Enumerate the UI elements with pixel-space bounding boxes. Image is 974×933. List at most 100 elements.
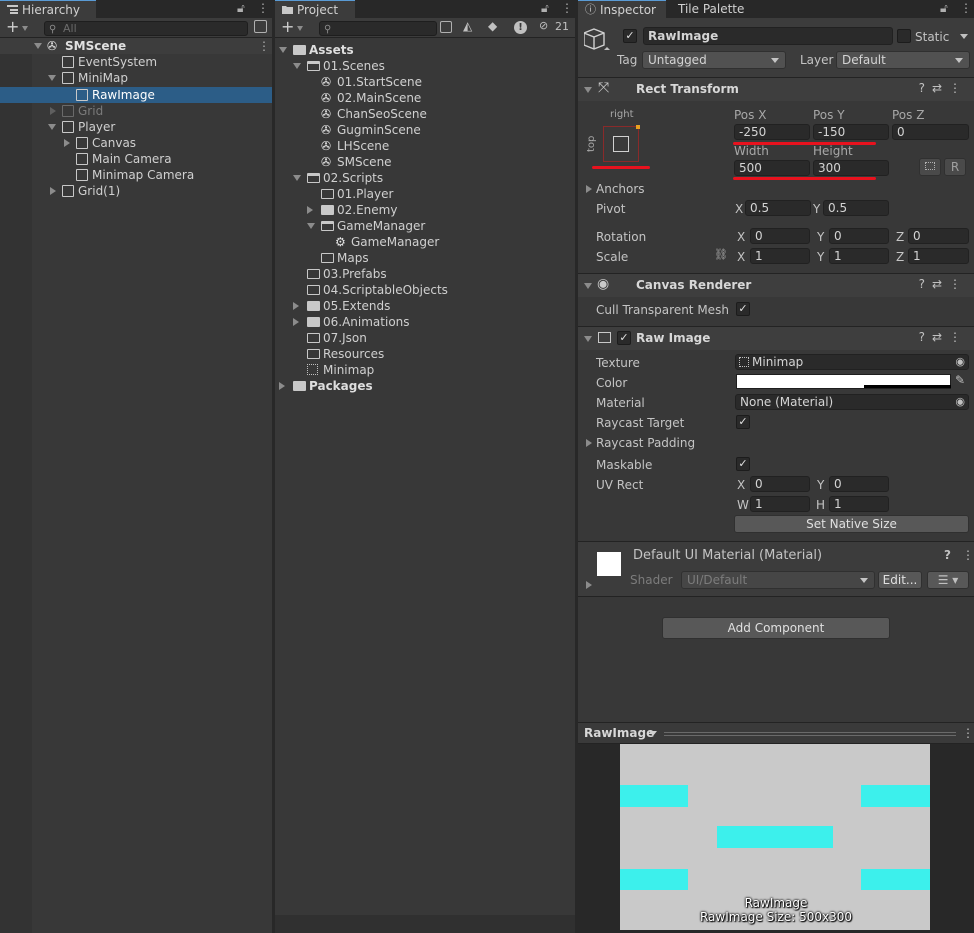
more-icon[interactable]: ⋮ — [561, 1, 573, 15]
shader-options-button[interactable]: ☰ ▾ — [927, 571, 969, 589]
project-tree-item[interactable]: 02.Scripts — [275, 170, 575, 186]
lock-icon[interactable]: 🔓︎ — [541, 1, 549, 16]
more-icon[interactable]: ⋮ — [960, 1, 972, 15]
expand-arrow-icon[interactable] — [50, 187, 56, 195]
constrain-proportions-icon[interactable]: ⛓ — [714, 248, 728, 261]
project-tree-item[interactable]: Resources — [275, 346, 575, 362]
expand-arrow-icon[interactable] — [307, 206, 313, 214]
create-icon[interactable]: + — [281, 18, 294, 36]
project-tree-item[interactable]: ✇ 02.MainScene — [275, 90, 575, 106]
expand-arrow-icon[interactable] — [34, 43, 42, 49]
expand-arrow-icon[interactable] — [293, 318, 299, 326]
add-icon[interactable]: + — [6, 18, 19, 36]
height-field[interactable]: 300 — [813, 160, 889, 176]
uv-h-field[interactable]: 1 — [829, 496, 889, 512]
expand-arrow-icon[interactable] — [307, 223, 315, 229]
project-tree-item[interactable]: 03.Prefabs — [275, 266, 575, 282]
expand-arrow-icon[interactable] — [279, 382, 285, 390]
hierarchy-item[interactable]: Canvas — [0, 135, 272, 151]
preview-menu-icon[interactable]: ⋮ — [962, 726, 974, 740]
project-tree-item[interactable]: 04.ScriptableObjects — [275, 282, 575, 298]
project-tree-item[interactable]: ✇ SMScene — [275, 154, 575, 170]
width-field[interactable]: 500 — [734, 160, 810, 176]
help-icon[interactable]: ? — [919, 277, 932, 291]
scale-y-field[interactable]: 1 — [829, 248, 889, 264]
more-icon[interactable]: ⋮ — [257, 1, 269, 15]
hierarchy-item[interactable]: MiniMap — [0, 70, 272, 86]
expand-arrow-icon[interactable] — [48, 75, 56, 81]
presets-icon[interactable]: ⇄ — [932, 277, 949, 291]
layer-dropdown[interactable]: Default — [836, 51, 970, 69]
texture-field[interactable]: Minimap ◉ — [735, 354, 969, 370]
preview-dropdown-icon[interactable] — [649, 731, 657, 736]
uv-y-field[interactable]: 0 — [829, 476, 889, 492]
expand-arrow-icon[interactable] — [293, 302, 299, 310]
project-tree-item[interactable]: ✇ ChanSeoScene — [275, 106, 575, 122]
material-field[interactable]: None (Material) ◉ — [735, 394, 969, 410]
project-tree-item[interactable]: ✇ 01.StartScene — [275, 74, 575, 90]
hierarchy-item[interactable]: Grid(1) — [0, 183, 272, 199]
scene-visibility-icon[interactable] — [254, 20, 267, 33]
rect-transform-header[interactable]: ⤧ Rect Transform ?⇄⋮ — [578, 77, 974, 101]
scene-menu-icon[interactable]: ⋮ — [258, 38, 270, 54]
add-component-button[interactable]: Add Component — [662, 617, 890, 639]
rot-y-field[interactable]: 0 — [829, 228, 889, 244]
presets-icon[interactable]: ⇄ — [932, 330, 949, 344]
help-icon[interactable]: ? — [919, 81, 932, 95]
color-swatch[interactable] — [736, 374, 951, 389]
project-tree-item[interactable]: 05.Extends — [275, 298, 575, 314]
shader-dropdown[interactable]: UI/Default — [681, 571, 875, 589]
hidden-eye-icon[interactable]: ⊘ — [539, 19, 548, 32]
foldout-arrow-icon[interactable] — [584, 283, 592, 289]
label-icon[interactable]: ◆ — [488, 19, 497, 33]
tab-hierarchy[interactable]: Hierarchy — [0, 0, 96, 18]
project-tree-item[interactable]: ⚙ GameManager — [275, 234, 575, 250]
add-dropdown-icon[interactable] — [22, 26, 28, 31]
project-tree-item[interactable]: 01.Player — [275, 186, 575, 202]
tag-dropdown[interactable]: Untagged — [642, 51, 786, 69]
project-tree-item[interactable]: 01.Scenes — [275, 58, 575, 74]
project-tree-item[interactable]: Assets — [275, 42, 575, 58]
project-tree-item[interactable]: Packages — [275, 378, 575, 394]
expand-arrow-icon[interactable] — [279, 47, 287, 53]
component-menu-icon[interactable]: ⋮ — [949, 277, 968, 291]
pivot-x-field[interactable]: 0.5 — [745, 200, 811, 216]
expand-arrow-icon[interactable] — [48, 124, 56, 130]
project-tree-item[interactable]: 06.Animations — [275, 314, 575, 330]
foldout-arrow-icon[interactable] — [584, 336, 592, 342]
project-tree-item[interactable]: GameManager — [275, 218, 575, 234]
lock-icon[interactable]: 🔓︎ — [940, 1, 948, 16]
tab-inspector[interactable]: ⓘ Inspector — [578, 0, 666, 18]
project-tree-item[interactable]: Minimap — [275, 362, 575, 378]
hierarchy-item[interactable]: Grid — [0, 103, 272, 119]
raycast-padding-foldout-icon[interactable] — [586, 439, 592, 447]
posx-field[interactable]: -250 — [734, 124, 810, 140]
tab-project[interactable]: Project — [275, 0, 355, 18]
static-checkbox[interactable] — [897, 29, 911, 43]
preview-title[interactable]: RawImage — [584, 726, 654, 740]
hierarchy-scene-row[interactable]: ✇ SMScene ⋮ — [0, 38, 272, 54]
object-name-field[interactable]: RawImage — [643, 27, 893, 45]
alert-icon[interactable]: ! — [514, 21, 527, 34]
project-tree-item[interactable]: ✇ GugminScene — [275, 122, 575, 138]
maskable-checkbox[interactable]: ✓ — [736, 457, 750, 471]
blueprint-mode-button[interactable] — [919, 158, 941, 176]
tab-tile-palette[interactable]: Tile Palette — [666, 0, 756, 18]
raw-image-header[interactable]: ✓ Raw Image ?⇄⋮ — [578, 326, 974, 350]
project-tree-item[interactable]: 07.Json — [275, 330, 575, 346]
uv-x-field[interactable]: 0 — [750, 476, 810, 492]
posy-field[interactable]: -150 — [813, 124, 889, 140]
hierarchy-item[interactable]: Main Camera — [0, 151, 272, 167]
hierarchy-search-input[interactable]: ⚲ All — [44, 21, 248, 36]
hierarchy-item[interactable]: Player — [0, 119, 272, 135]
anchors-foldout-icon[interactable] — [586, 185, 592, 193]
hierarchy-item[interactable]: Minimap Camera — [0, 167, 272, 183]
expand-arrow-icon[interactable] — [293, 63, 301, 69]
raw-edit-button[interactable]: R — [944, 158, 966, 176]
eyedropper-icon[interactable]: ✎ — [955, 373, 965, 387]
component-menu-icon[interactable]: ⋮ — [949, 81, 968, 95]
component-menu-icon[interactable]: ⋮ — [949, 330, 968, 344]
rot-x-field[interactable]: 0 — [750, 228, 810, 244]
anchors-label[interactable]: Anchors — [596, 181, 645, 197]
help-icon[interactable]: ? — [919, 330, 932, 344]
